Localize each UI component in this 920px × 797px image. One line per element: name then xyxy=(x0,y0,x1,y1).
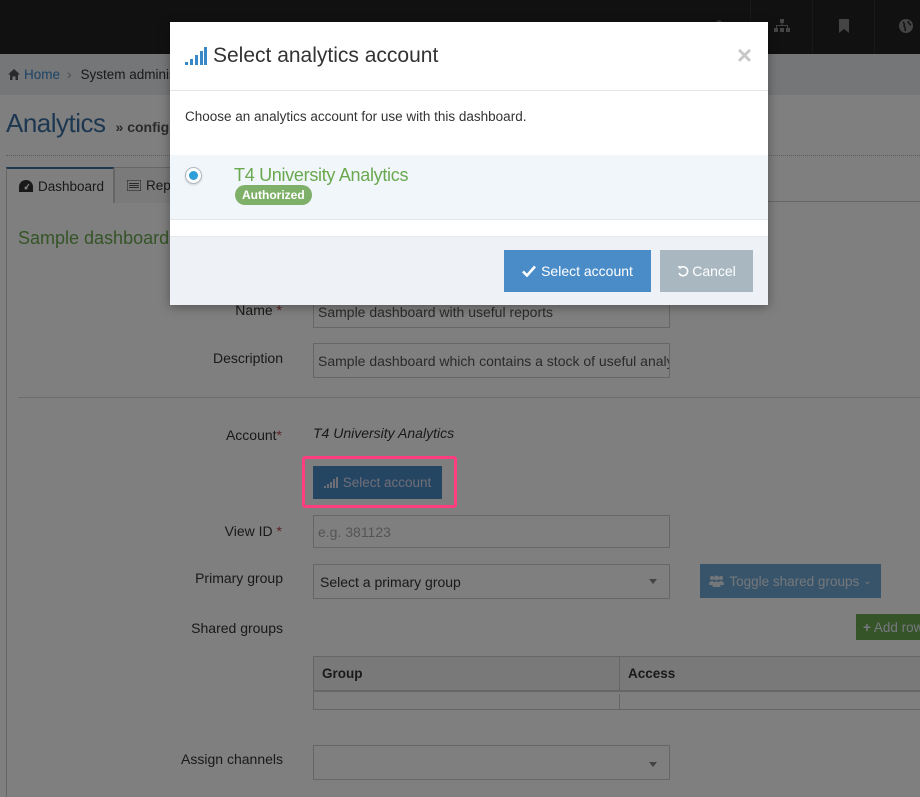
modal-header: Select analytics account × xyxy=(170,22,768,91)
status-badge: Authorized xyxy=(235,185,312,205)
account-radio[interactable] xyxy=(185,167,202,184)
modal-instructions: Choose an analytics account for use with… xyxy=(185,109,527,124)
account-name: T4 University Analytics xyxy=(234,165,409,185)
select-account-confirm-button[interactable]: Select account xyxy=(504,250,651,292)
highlight-annotation xyxy=(302,456,457,508)
analytics-bars-icon xyxy=(185,47,207,65)
undo-icon xyxy=(677,265,689,277)
modal-footer: Select account Cancel xyxy=(170,236,768,305)
radio-selected-dot xyxy=(189,171,198,180)
modal-title: Select analytics account xyxy=(213,44,439,67)
close-icon[interactable]: × xyxy=(737,42,752,68)
checkmark-icon xyxy=(522,265,537,277)
button-label: Cancel xyxy=(692,263,736,279)
account-list-item[interactable]: T4 University Analytics Authorized xyxy=(170,155,768,220)
button-label: Select account xyxy=(541,263,633,279)
cancel-button[interactable]: Cancel xyxy=(660,250,753,292)
select-account-modal: Select analytics account × Choose an ana… xyxy=(170,22,768,305)
